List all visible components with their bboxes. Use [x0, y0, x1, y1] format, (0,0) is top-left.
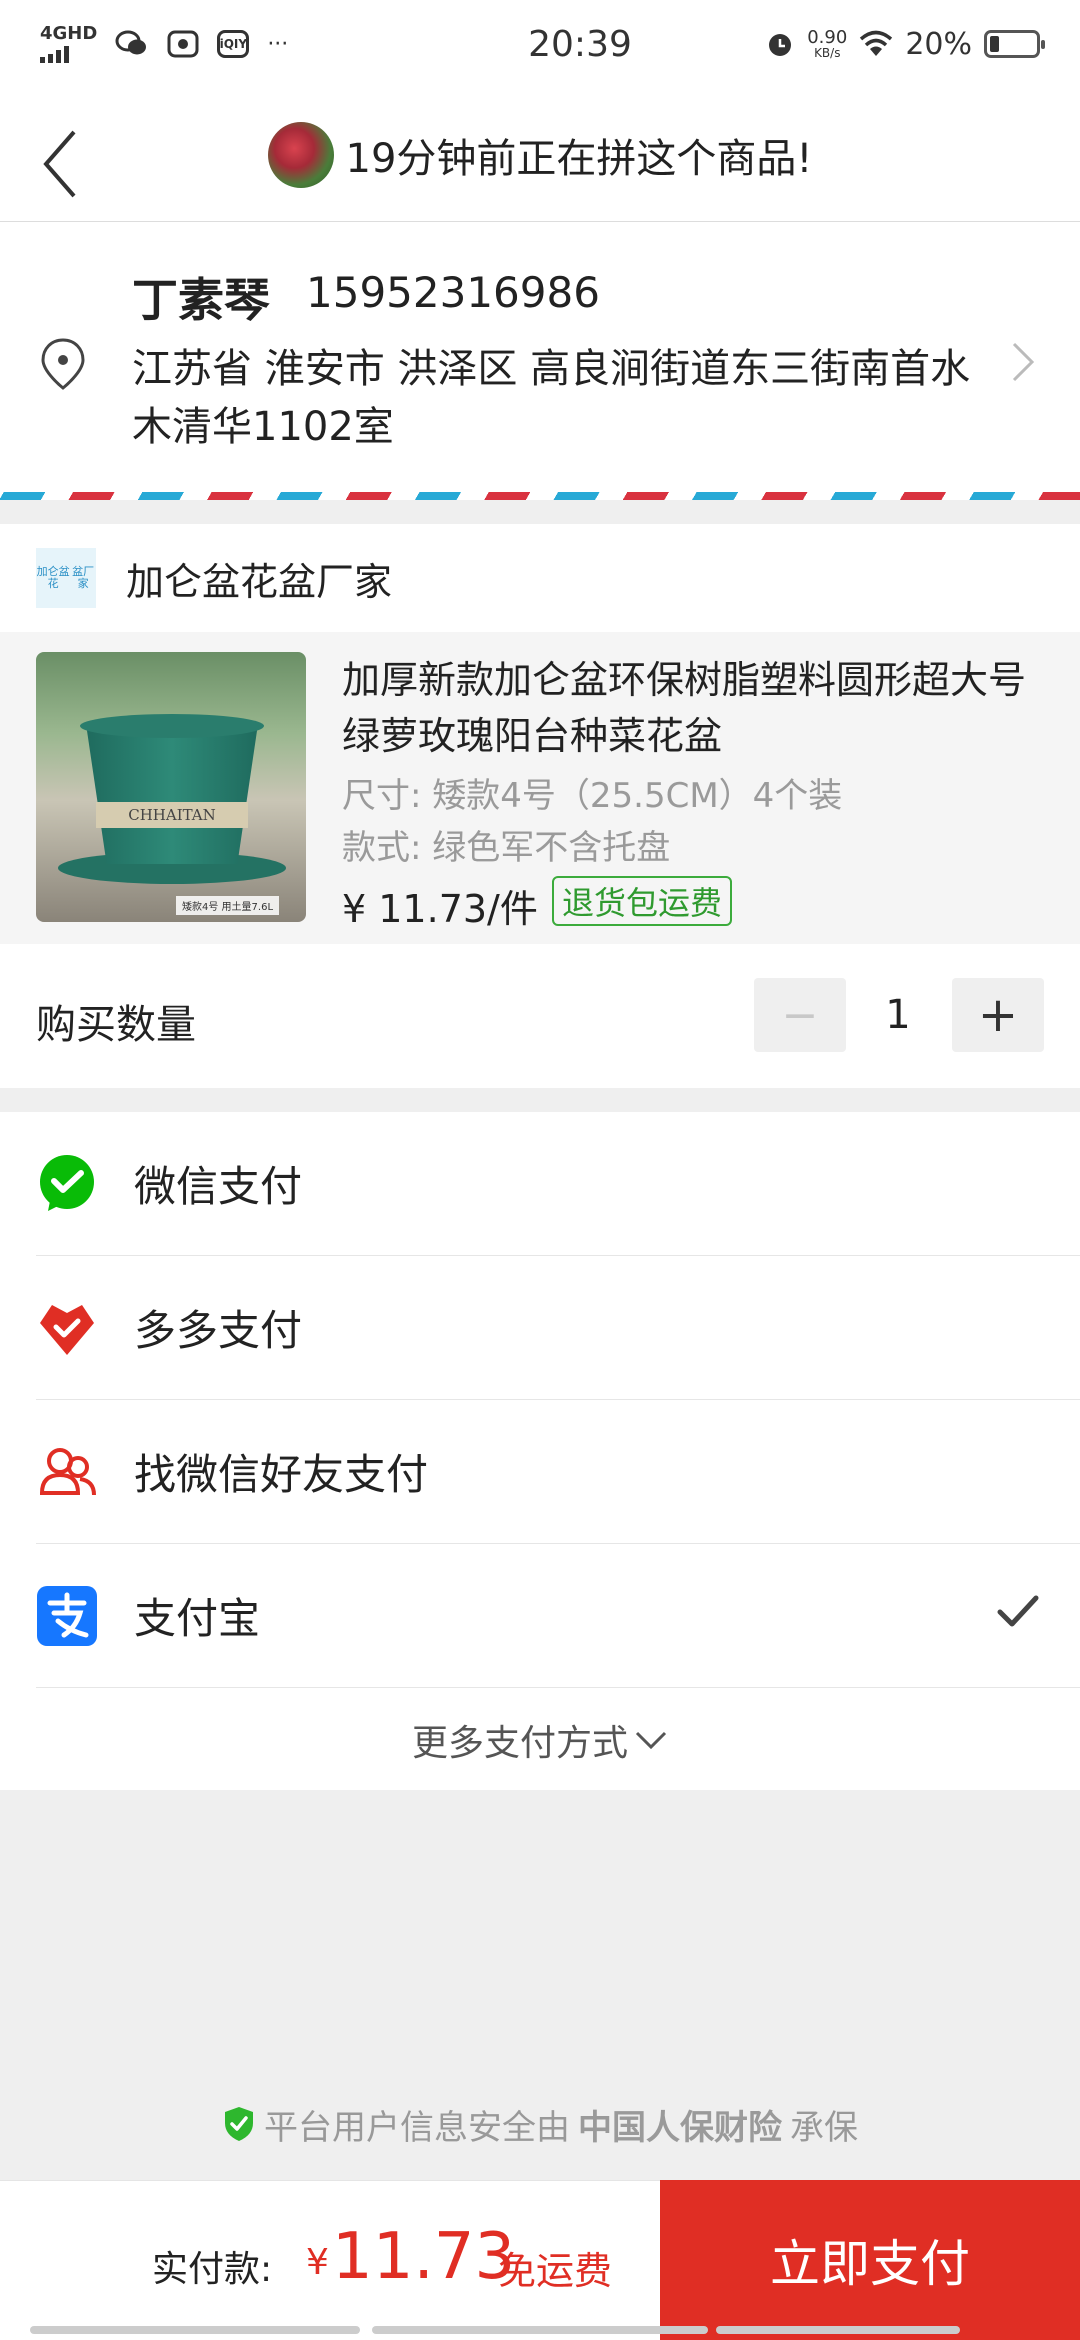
iqiyi-notification-icon: iQIY: [217, 30, 250, 58]
free-shipping-label: 免运费: [498, 2249, 613, 2293]
network-label: 4GHD: [40, 23, 98, 44]
shop-logo: 加仑盆花 盆厂家: [36, 548, 96, 608]
pot-rim: [80, 714, 264, 738]
header-title: 19分钟前正在拼这个商品!: [345, 135, 813, 182]
header-group-buy-notice: 19分钟前正在拼这个商品!: [267, 121, 813, 188]
chevron-down-icon: [635, 1731, 667, 1750]
recipient-address: 江苏省 淮安市 洪泽区 高良涧街道东三街南首水木清华1102室: [132, 346, 971, 450]
quantity-increase-button[interactable]: +: [952, 978, 1044, 1052]
wechat-pay-icon: [36, 1153, 98, 1215]
top-header: 19分钟前正在拼这个商品!: [0, 88, 1080, 222]
friend-pay-icon: [36, 1441, 98, 1503]
gesture-bar-segment: [716, 2326, 960, 2334]
status-right: 0.90 KB/s 20%: [700, 26, 1045, 62]
security-suffix: 承保: [790, 2107, 858, 2148]
alipay-icon: [36, 1585, 98, 1647]
quantity-decrease-button[interactable]: −: [754, 978, 846, 1052]
back-button[interactable]: [30, 124, 90, 204]
weibo-notification-icon: [167, 30, 199, 58]
location-pin-icon: [41, 338, 85, 390]
battery-icon: [984, 30, 1045, 58]
quantity-value[interactable]: 1: [846, 978, 950, 1052]
pot-body: [86, 724, 258, 864]
payment-label: 找微信好友支付: [134, 1450, 429, 1499]
total-label: 实付款:: [152, 2249, 273, 2290]
wechat-notification-icon: [115, 30, 147, 55]
speed-unit: KB/s: [814, 46, 841, 60]
more-payment-methods-button[interactable]: 更多支付方式: [0, 1700, 1080, 1780]
network-speed: 0.90 KB/s: [807, 27, 848, 60]
back-arrow-icon: [43, 130, 76, 198]
quantity-label: 购买数量: [36, 1002, 196, 1048]
payment-option-duoduo[interactable]: 多多支付: [36, 1256, 1080, 1400]
signal-icon: [40, 45, 97, 63]
security-prefix: 平台用户信息安全由: [264, 2107, 570, 2148]
product-title: 加厚新款加仑盆环保树脂塑料圆形超大号绿萝玫瑰阳台种菜花盆: [342, 658, 1027, 758]
recipient-phone: 15952316986: [306, 268, 600, 317]
total-amount: 11.73: [332, 2220, 516, 2294]
payment-option-alipay[interactable]: 支付宝: [36, 1544, 1080, 1688]
status-bar: 4GHD iQIY ··· 20:39 0.90 KB/s 20%: [0, 0, 1080, 88]
payment-option-wechat[interactable]: 微信支付: [36, 1112, 1080, 1256]
product-price: ¥ 11.73/件: [342, 887, 538, 931]
shop-name: 加仑盆花盆厂家: [126, 559, 393, 604]
pot-brand-label: CHHAITAN: [96, 802, 248, 828]
battery-percent: 20%: [905, 26, 972, 62]
recipient-name: 丁素琴: [132, 273, 270, 327]
product-image[interactable]: CHHAITAN 矮款4号 用土量7.6L: [36, 652, 306, 922]
payment-label: 支付宝: [134, 1594, 261, 1643]
shield-check-icon: [225, 2107, 253, 2141]
more-notifications-icon: ···: [267, 31, 289, 57]
status-left: 4GHD iQIY ···: [40, 25, 460, 63]
return-shipping-badge: 退货包运费: [552, 876, 733, 926]
payment-label: 微信支付: [134, 1162, 303, 1211]
duoduo-pay-icon: [36, 1297, 98, 1359]
wifi-icon: [860, 30, 893, 56]
payment-label: 多多支付: [134, 1306, 303, 1355]
payment-option-friend[interactable]: 找微信好友支付: [36, 1400, 1080, 1544]
gesture-bar-segment: [372, 2326, 708, 2334]
shop-row[interactable]: 加仑盆花 盆厂家 加仑盆花盆厂家: [0, 524, 1080, 632]
buyer-avatar: [267, 121, 334, 188]
security-notice: 平台用户信息安全由 中国人保财险 承保: [0, 2094, 1080, 2154]
network-indicator: 4GHD: [40, 25, 97, 63]
product-style: 款式: 绿色军不含托盘: [342, 828, 671, 868]
selected-check-icon: [997, 1595, 1039, 1627]
total-currency: ¥: [306, 2242, 329, 2283]
product-spec: 尺寸: 矮款4号（25.5CM）4个装: [342, 776, 843, 816]
pot-size-tag: 矮款4号 用土量7.6L: [176, 896, 280, 915]
address-border-stripe: [0, 492, 1080, 500]
pay-now-button[interactable]: 立即支付: [660, 2180, 1080, 2340]
status-time: 20:39: [528, 23, 632, 65]
speed-value: 0.90: [807, 27, 848, 48]
more-payment-label: 更多支付方式: [411, 1723, 628, 1764]
insurer-name: 中国人保财险: [578, 2107, 782, 2148]
payment-methods: 微信支付 多多支付 找微信好友支付 支付宝: [0, 1112, 1080, 1790]
alarm-icon: [769, 34, 792, 56]
gesture-bar-segment: [30, 2326, 360, 2334]
chevron-right-icon: [1012, 342, 1035, 382]
